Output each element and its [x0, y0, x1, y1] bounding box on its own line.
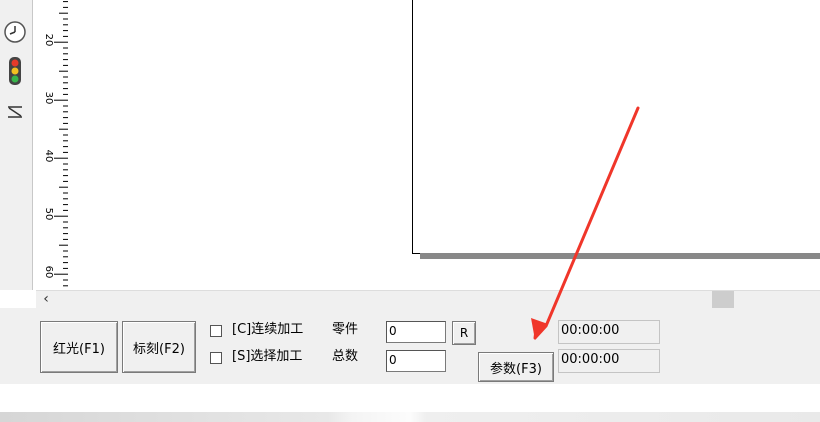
total-label: 总数	[332, 349, 359, 364]
ruler-label: 40	[43, 150, 54, 163]
control-panel: 红光(F1) 标刻(F2) [C]连续加工 [S]选择加工 零件 总数 0 0 …	[0, 308, 820, 384]
continuous-processing-label: [C]连续加工	[232, 322, 304, 337]
total-time-display: 00:00:00	[558, 349, 660, 373]
ruler-label: 20	[43, 34, 54, 47]
scroll-left-icon[interactable]: ‹	[38, 291, 54, 309]
ruler-label: 30	[43, 92, 54, 105]
vertical-ruler: 20 30 40 50 60	[36, 0, 69, 290]
traffic-light-icon[interactable]	[8, 56, 22, 86]
select-processing-label: [S]选择加工	[232, 349, 303, 364]
taskbar-strip	[0, 412, 820, 422]
parameters-button[interactable]: 参数(F3)	[478, 352, 554, 382]
red-light-button[interactable]: 红光(F1)	[40, 321, 118, 373]
ruler-ticks: 20 30 40 50 60	[43, 1, 68, 287]
zoom-icon[interactable]	[5, 104, 25, 120]
horizontal-scrollbar[interactable]: ‹	[36, 290, 820, 309]
total-input[interactable]: 0	[386, 350, 446, 372]
select-processing-checkbox[interactable]	[210, 352, 222, 364]
ruler-label: 60	[43, 266, 54, 279]
reset-button[interactable]: R	[452, 321, 476, 345]
ruler-label: 50	[43, 208, 54, 221]
scroll-thumb[interactable]	[712, 291, 734, 308]
work-area-shadow	[420, 253, 820, 259]
continuous-processing-checkbox[interactable]	[210, 325, 222, 337]
elapsed-time-display: 00:00:00	[558, 320, 660, 344]
parts-label: 零件	[332, 322, 359, 337]
left-toolbar	[0, 0, 33, 290]
clock-icon[interactable]	[3, 20, 27, 44]
mark-button[interactable]: 标刻(F2)	[122, 321, 196, 373]
work-area-border	[412, 0, 820, 254]
parts-input[interactable]: 0	[386, 321, 446, 343]
